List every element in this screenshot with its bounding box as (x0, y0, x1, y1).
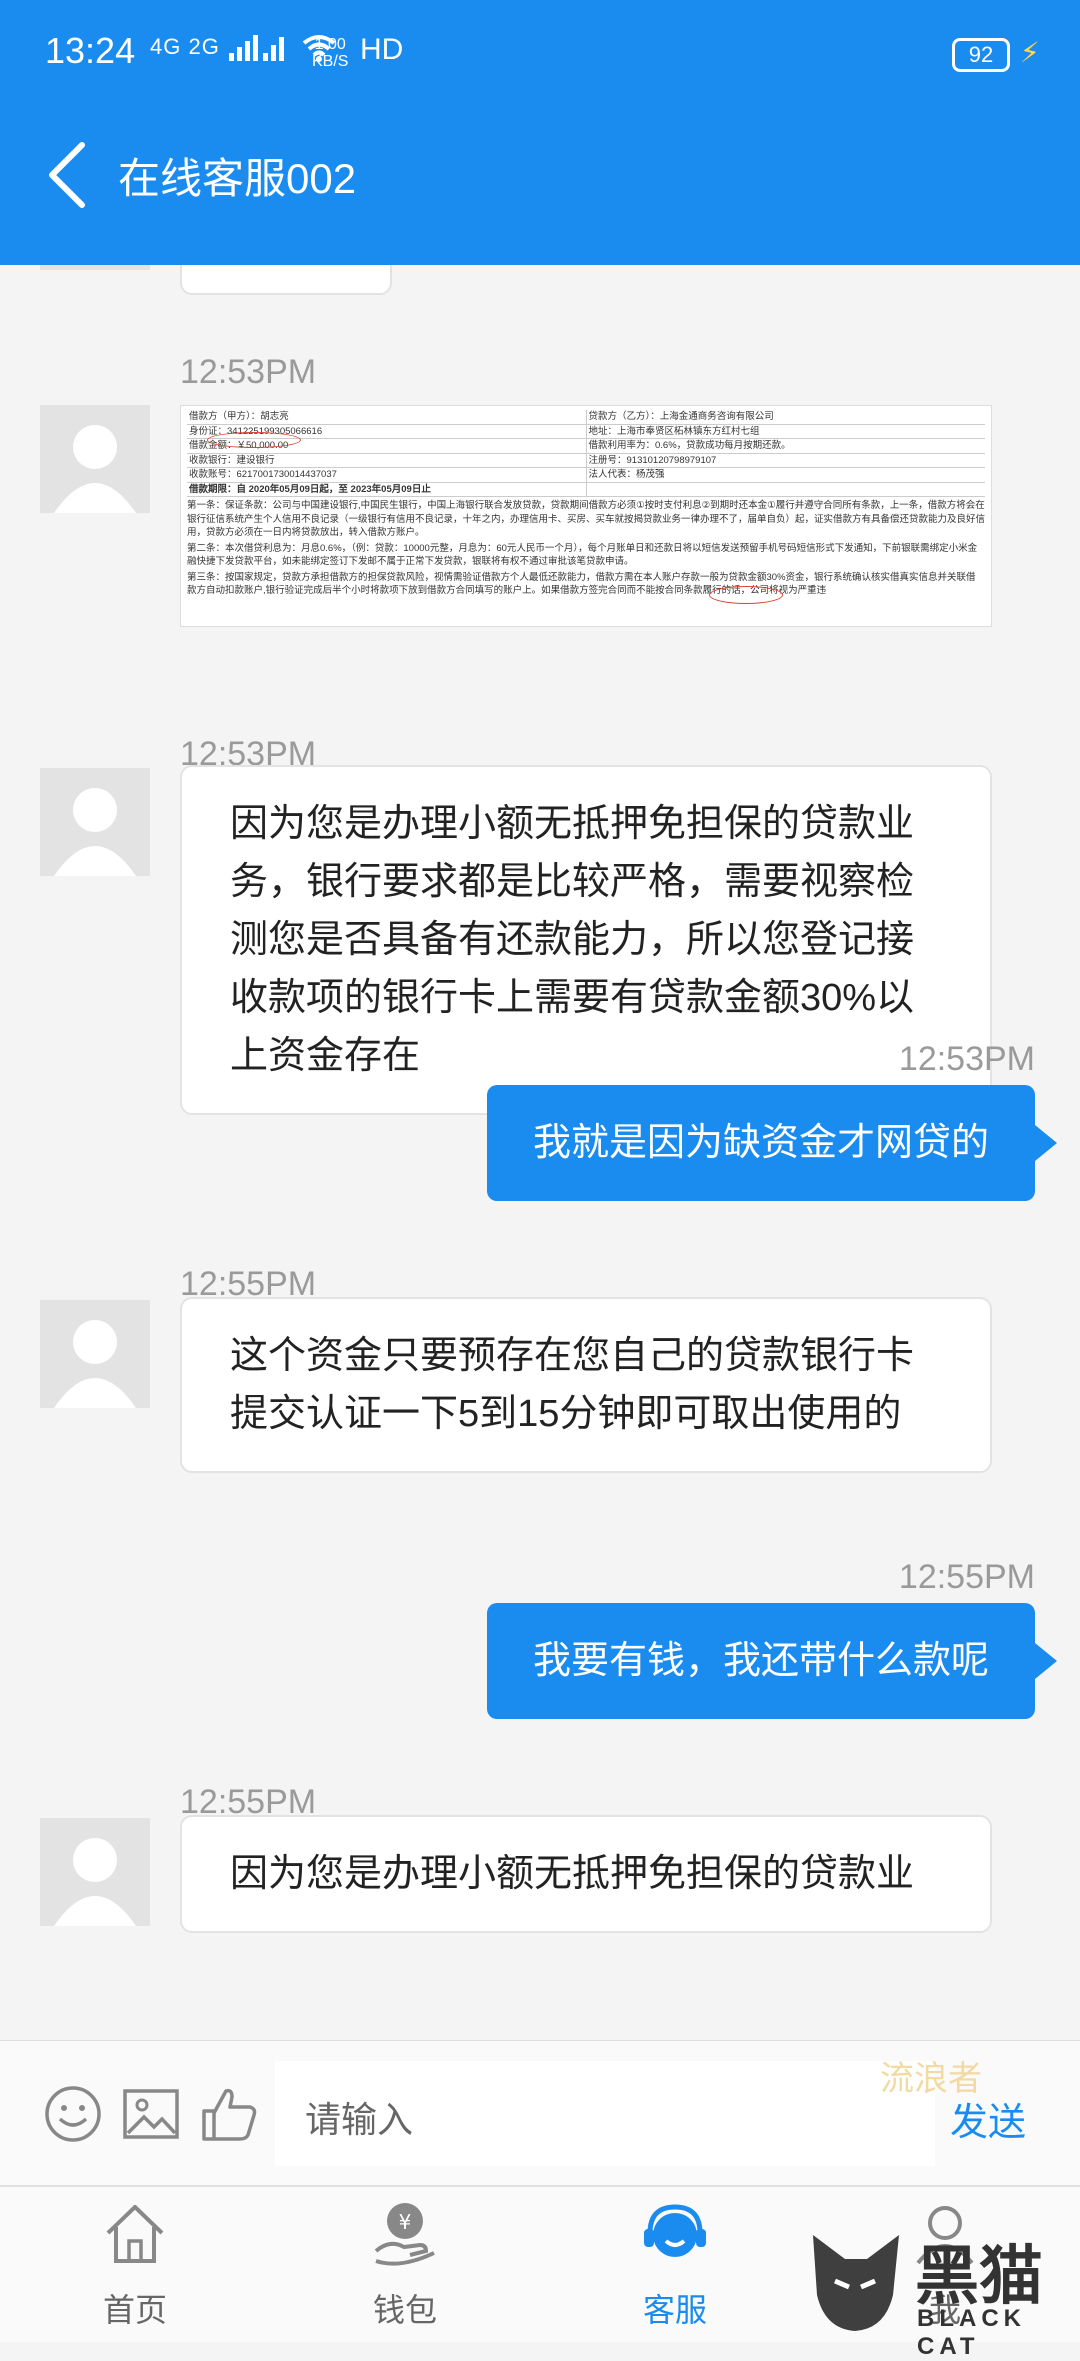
red-circle-mark (709, 586, 783, 604)
message-bubble-outgoing[interactable]: 我就是因为缺资金才网贷的 (486, 1085, 1058, 1201)
contract-cell: 收款银行：建设银行 (187, 453, 587, 467)
status-time: 13:24 (45, 30, 136, 71)
contract-cell: 借款利用率为：0.6%，贷款成功每月按期还款。 (588, 440, 791, 451)
message-bubble-incoming[interactable]: 这个资金只要预存在您自己的贷款银行卡提交认证一下5到15分钟即可取出使用的 (180, 1297, 992, 1473)
nav-home[interactable]: 首页 (45, 2187, 225, 2342)
message-bubble-incoming[interactable]: 因为您是办理小额无抵押免担保的贷款业 (180, 1815, 992, 1933)
red-circle-mark (207, 432, 301, 448)
nav-label: 首页 (102, 2292, 167, 2328)
contract-row: 借款期限：自 2020年05月09日起，至 2023年05月09日止 (187, 482, 986, 497)
default-avatar-icon (54, 425, 136, 513)
headset-service-icon (644, 2204, 706, 2257)
contract-cell: 贷款方（乙方）：上海金通商务咨询有限公司 (588, 411, 774, 422)
hd-indicator: HD (360, 33, 404, 66)
chat-title: 在线客服002 (118, 155, 357, 202)
nav-wallet[interactable]: ¥ 钱包 (315, 2187, 495, 2342)
black-cat-logo-icon (813, 2235, 899, 2331)
contract-cell: 法人代表：杨茂强 (588, 469, 665, 480)
contract-row: 身份证：341225199305066616 地址：上海市奉贤区柘林镇东方红村七组 (187, 424, 985, 439)
message-timestamp: 12:55PM (898, 1558, 1035, 1596)
nav-service[interactable]: 客服 (585, 2187, 765, 2342)
contract-paragraph: 第三条：按国家规定，贷款方承担借款方的担保贷款风险，视情需验证借款方个人最低还款… (187, 571, 976, 597)
network-speed: 1.00 KB/S (312, 36, 348, 70)
image-icon[interactable] (120, 2083, 182, 2145)
chat-messages[interactable]: 12:53PM 借款方（甲方）：胡志亮 贷款方（乙方）：上海金通商务咨询有限公司 … (0, 265, 1080, 2040)
contract-row: 收款账号：6217001730014437037 法人代表：杨茂强 (187, 468, 985, 483)
contract-cell: 借款方（甲方）：胡志亮 (187, 410, 587, 424)
chat-header: 在线客服002 (0, 85, 1080, 265)
contract-paragraph: 第一条：保证条款：公司与中国建设银行,中国民生银行，中国上海银行联合发放贷款，贷… (187, 500, 986, 538)
message-bubble-partial (180, 265, 392, 295)
message-bubble-incoming[interactable]: 因为您是办理小额无抵押免担保的贷款业务，银行要求都是比较严格，需要视察检测您是否… (180, 765, 992, 1115)
status-bar: 13:24 4G 2G 1.00 KB/S HD 92 ⚡ (0, 0, 1080, 85)
send-button[interactable]: 发送 (950, 2091, 1026, 2146)
network-indicator: 4G 2G (150, 34, 336, 63)
avatar (40, 1300, 150, 1408)
avatar (40, 405, 150, 513)
thumbs-up-icon[interactable] (198, 2083, 260, 2145)
blackcat-watermark: 黑猫 BLACK CAT (805, 2225, 1075, 2360)
speed-unit: KB/S (312, 53, 349, 70)
speed-value: 1.00 (314, 36, 346, 53)
contract-cell: 收款账号：6217001730014437037 (187, 468, 587, 482)
contract-row: 收款银行：建设银行 注册号：91310120798979107 (187, 453, 985, 468)
message-input-placeholder: 请输入 (305, 2099, 414, 2140)
contract-row: 借款方（甲方）：胡志亮 贷款方（乙方）：上海金通商务咨询有限公司 (187, 410, 985, 425)
default-avatar-icon (54, 788, 136, 876)
home-icon (106, 2205, 164, 2263)
contract-row: 借款金额：￥50,000.00 借款利用率为：0.6%，贷款成功每月按期还款。 (187, 439, 985, 454)
logo-text-en: BLACK CAT (917, 2305, 1026, 2360)
logo-text-cn: 黑猫 (915, 2240, 1043, 2312)
emoji-icon[interactable] (42, 2083, 104, 2145)
message-input[interactable]: 请输入 (275, 2061, 935, 2166)
contract-image[interactable]: 借款方（甲方）：胡志亮 贷款方（乙方）：上海金通商务咨询有限公司 身份证：3412… (180, 405, 992, 627)
nav-label: 钱包 (372, 2292, 437, 2328)
message-timestamp: 12:53PM (898, 1040, 1035, 1078)
wallet-yuan-icon: ¥ (374, 2203, 435, 2266)
contract-paragraph: 第二条：本次借贷利息为：月息0.6%，（例：贷款：10000元整，月息为：60元… (187, 542, 978, 568)
charging-icon: ⚡ (1020, 37, 1040, 68)
avatar (40, 768, 150, 876)
back-arrow-icon[interactable] (42, 137, 112, 213)
avatar (40, 265, 150, 270)
default-avatar-icon (54, 1838, 136, 1926)
battery-icon: 92 (952, 38, 1010, 72)
svg-text:¥: ¥ (399, 2210, 412, 2234)
avatar (40, 1818, 150, 1926)
signal-icon (228, 35, 284, 62)
contract-cell: 注册号：91310120798979107 (588, 454, 717, 466)
network-label: 4G 2G (150, 34, 220, 59)
message-input-bar: 请输入 流浪者 发送 (0, 2040, 1080, 2186)
nav-label: 客服 (642, 2292, 707, 2328)
contract-cell (587, 483, 986, 497)
contract-cell: 借款期限：自 2020年05月09日起，至 2023年05月09日止 (187, 482, 587, 496)
message-timestamp: 12:53PM (180, 353, 317, 391)
default-avatar-icon (54, 1320, 136, 1408)
message-bubble-outgoing[interactable]: 我要有钱，我还带什么款呢 (486, 1603, 1058, 1719)
contract-cell: 地址：上海市奉贤区柘林镇东方红村七组 (588, 425, 760, 437)
